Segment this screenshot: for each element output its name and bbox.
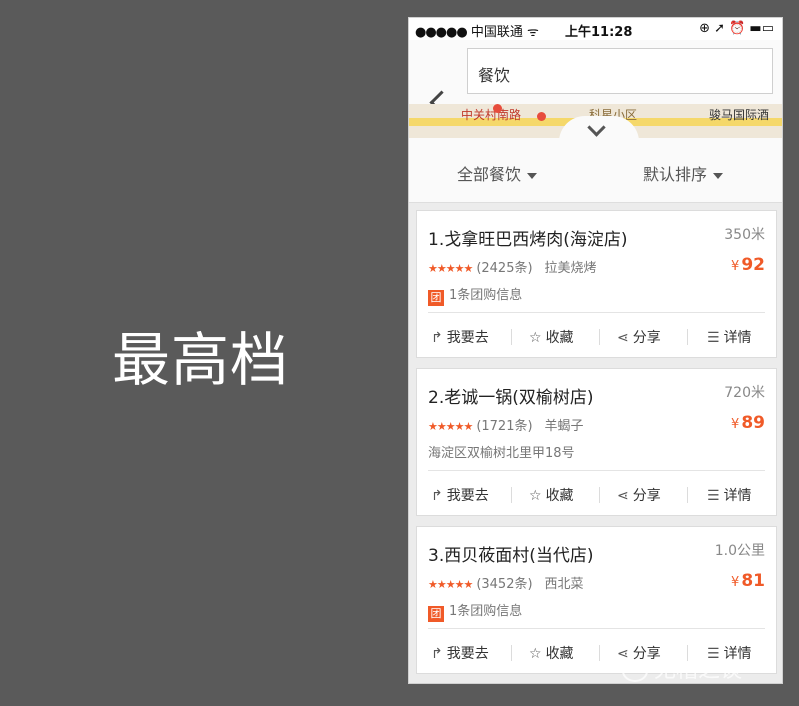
avg-price: ¥81 <box>731 571 765 591</box>
top-bar: 餐饮 <box>409 40 782 115</box>
dropdown-arrow-icon <box>527 172 538 179</box>
favorite-button[interactable]: ☆ 收藏 <box>529 485 574 505</box>
distance: 1.0公里 <box>714 543 765 559</box>
review-count: (2425条) <box>476 261 533 276</box>
action-bar: ↱ 我要去 ☆ 收藏 ⋖ 分享 ☰ 详情 <box>417 313 776 357</box>
group-buy-icon: 团 <box>428 290 444 306</box>
distance: 350米 <box>724 227 765 243</box>
map-label: 中关村南路 <box>461 108 522 122</box>
star-icon: ☆ <box>529 646 542 662</box>
detail-button[interactable]: ☰ 详情 <box>707 327 752 347</box>
star-icon: ☆ <box>529 488 542 504</box>
category-filter[interactable]: 全部餐饮 <box>457 161 538 185</box>
turn-arrow-icon: ↱ <box>431 646 443 662</box>
list-icon: ☰ <box>707 330 720 346</box>
clock: 上午11:28 <box>565 25 633 40</box>
share-icon: ⋖ <box>617 488 629 504</box>
signal-icon: ●●●●● <box>415 25 468 40</box>
cuisine-label: 拉美烧烤 <box>544 261 597 276</box>
result-card[interactable]: 1.戈拿旺巴西烤肉(海淀店) 350米 ★★★★★ (2425条) 拉美烧烤 ¥92… <box>416 210 777 358</box>
detail-button[interactable]: ☰ 详情 <box>707 485 752 505</box>
dropdown-arrow-icon <box>713 172 724 179</box>
review-count: (3452条) <box>476 577 533 592</box>
wechat-icon <box>622 660 648 682</box>
avg-price: ¥89 <box>731 413 765 433</box>
map-pin-icon <box>493 104 502 113</box>
map-pin-icon <box>537 112 546 121</box>
share-icon: ⋖ <box>617 330 629 346</box>
cuisine-label: 西北菜 <box>544 577 584 592</box>
favorite-button[interactable]: ☆ 收藏 <box>529 327 574 347</box>
star-rating-icon: ★★★★★ <box>428 420 473 433</box>
side-title: 最高档 <box>112 326 290 394</box>
distance: 720米 <box>724 385 765 401</box>
carrier-label: 中国联通 <box>470 25 523 40</box>
group-buy-icon: 团 <box>428 606 444 622</box>
star-rating-icon: ★★★★★ <box>428 578 473 591</box>
status-bar: ●●●●● 中国联通 ᯤ 上午11:28 ⊕ ➚ ⏰ ▬▭ <box>409 18 782 40</box>
restaurant-name: 1.戈拿旺巴西烤肉(海淀店) <box>428 230 628 250</box>
list-icon: ☰ <box>707 488 720 504</box>
result-card[interactable]: 2.老诚一锅(双榆树店) 720米 ★★★★★ (1721条) 羊蝎子 ¥89 海淀… <box>416 368 777 516</box>
sort-filter[interactable]: 默认排序 <box>643 161 724 185</box>
cuisine-label: 羊蝎子 <box>544 419 584 434</box>
share-button[interactable]: ⋖ 分享 <box>617 485 661 505</box>
group-buy-info[interactable]: 团 1条团购信息 <box>428 284 522 306</box>
restaurant-name: 2.老诚一锅(双榆树店) <box>428 388 594 408</box>
search-input[interactable]: 餐饮 <box>467 48 773 94</box>
group-buy-info[interactable]: 团 1条团购信息 <box>428 600 522 622</box>
filter-bar: 全部餐饮 默认排序 <box>409 138 782 203</box>
watermark: 无稽之谈 <box>622 652 742 684</box>
avg-price: ¥92 <box>731 255 765 275</box>
go-button[interactable]: ↱ 我要去 <box>431 327 489 347</box>
turn-arrow-icon: ↱ <box>431 330 443 346</box>
go-button[interactable]: ↱ 我要去 <box>431 485 489 505</box>
favorite-button[interactable]: ☆ 收藏 <box>529 643 574 663</box>
star-rating-icon: ★★★★★ <box>428 262 473 275</box>
address: 海淀区双榆树北里甲18号 <box>428 446 575 461</box>
back-button[interactable] <box>415 64 455 115</box>
restaurant-name: 3.西贝莜面村(当代店) <box>428 546 594 566</box>
phone-screen: ●●●●● 中国联通 ᯤ 上午11:28 ⊕ ➚ ⏰ ▬▭ 餐饮 中关村南路 科… <box>408 17 783 684</box>
turn-arrow-icon: ↱ <box>431 488 443 504</box>
review-count: (1721条) <box>476 419 533 434</box>
go-button[interactable]: ↱ 我要去 <box>431 643 489 663</box>
status-icons: ⊕ ➚ ⏰ ▬▭ <box>699 21 774 36</box>
star-icon: ☆ <box>529 330 542 346</box>
wifi-icon: ᯤ <box>527 25 539 40</box>
share-button[interactable]: ⋖ 分享 <box>617 327 661 347</box>
map-label: 骏马国际酒 <box>709 108 770 122</box>
action-bar: ↱ 我要去 ☆ 收藏 ⋖ 分享 ☰ 详情 <box>417 471 776 515</box>
